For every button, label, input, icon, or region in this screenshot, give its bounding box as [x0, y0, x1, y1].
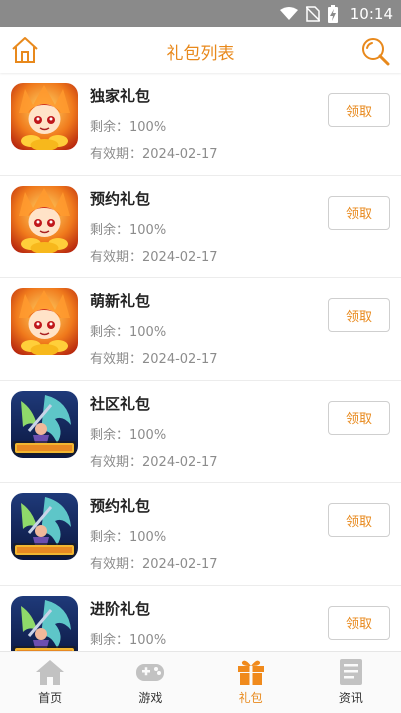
gift-row[interactable]: 进阶礼包 剩余：100% 领取: [0, 586, 401, 651]
gift-title: 萌新礼包: [90, 292, 151, 310]
battery-charging-icon: [327, 5, 338, 23]
gift-row[interactable]: 预约礼包 剩余：100% 有效期：2024-02-17 领取: [0, 176, 401, 278]
gift-row[interactable]: 萌新礼包 剩余：100% 有效期：2024-02-17 领取: [0, 278, 401, 381]
gift-validity: 有效期：2024-02-17: [90, 352, 218, 367]
game-thumbnail: [11, 185, 78, 253]
wifi-icon: [279, 7, 298, 20]
gift-validity: 有效期：2024-02-17: [90, 454, 218, 470]
gift-row[interactable]: 社区礼包 剩余：100% 有效期：2024-02-17 领取: [0, 381, 401, 483]
tab-news[interactable]: 资讯: [301, 652, 401, 713]
tab-gift[interactable]: 礼包: [201, 652, 301, 713]
search-button[interactable]: [359, 35, 391, 67]
claim-button[interactable]: 领取: [328, 195, 390, 230]
gift-title: 进阶礼包: [90, 599, 151, 618]
gift-title: 预约礼包: [90, 497, 151, 515]
tab-label: 资讯: [338, 691, 363, 705]
gift-remaining: 剩余：100%: [90, 325, 167, 340]
claim-button[interactable]: 领取: [328, 400, 390, 435]
gift-validity: 有效期：2024-02-17: [90, 147, 218, 162]
gift-remaining: 剩余：100%: [90, 222, 167, 238]
gift-list[interactable]: 独家礼包 剩余：100% 有效期：2024-02-17 领取 预约礼包 剩余：1…: [0, 73, 401, 651]
game-thumbnail: [11, 83, 78, 150]
search-icon: [362, 38, 390, 66]
game-thumbnail: [11, 288, 78, 355]
tab-gamepad[interactable]: 游戏: [100, 652, 200, 713]
tab-label: 首页: [38, 691, 63, 705]
news-icon: [336, 658, 366, 686]
gift-remaining: 剩余：100%: [90, 530, 167, 545]
gift-remaining: 剩余：100%: [90, 632, 167, 648]
gift-remaining: 剩余：100%: [90, 120, 167, 135]
status-time: 10:14: [349, 5, 393, 23]
no-sim-icon: [305, 6, 320, 22]
gift-title: 预约礼包: [90, 189, 151, 208]
home-icon: [35, 658, 65, 686]
claim-button[interactable]: 领取: [328, 605, 390, 640]
gamepad-icon: [135, 658, 165, 686]
gift-validity: 有效期：2024-02-17: [90, 557, 218, 572]
gift-icon: [236, 658, 266, 686]
status-bar: 10:14: [0, 0, 401, 27]
app-header: 礼包列表: [0, 27, 401, 73]
gift-row[interactable]: 独家礼包 剩余：100% 有效期：2024-02-17 领取: [0, 73, 401, 176]
gift-remaining: 剩余：100%: [90, 427, 167, 443]
gift-title: 独家礼包: [90, 87, 151, 105]
tab-label: 游戏: [138, 691, 163, 705]
gift-title: 社区礼包: [90, 394, 151, 413]
bottom-tab-bar: 首页 游戏 礼包 资讯: [0, 651, 401, 713]
claim-button[interactable]: 领取: [328, 298, 390, 332]
gift-validity: 有效期：2024-02-17: [90, 249, 218, 265]
tab-home[interactable]: 首页: [0, 652, 100, 713]
game-thumbnail: [11, 493, 78, 560]
page-title: 礼包列表: [166, 44, 235, 64]
claim-button[interactable]: 领取: [328, 503, 390, 537]
game-thumbnail: [11, 390, 78, 458]
game-thumbnail: [11, 595, 78, 651]
gift-row[interactable]: 预约礼包 剩余：100% 有效期：2024-02-17 领取: [0, 483, 401, 586]
claim-button[interactable]: 领取: [328, 93, 390, 127]
tab-label: 礼包: [238, 691, 263, 705]
